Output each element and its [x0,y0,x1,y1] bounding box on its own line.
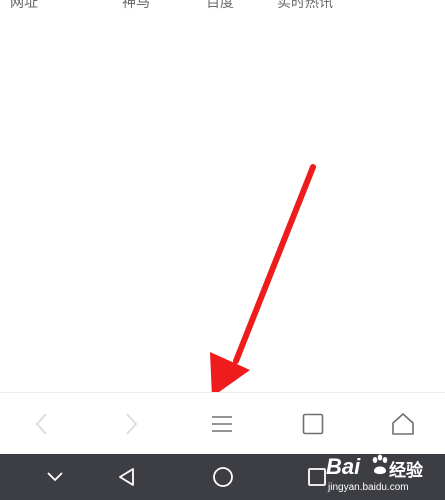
home-icon [392,413,414,435]
system-home-button[interactable] [198,454,248,500]
forward-button[interactable] [101,393,161,455]
shortcut-row: 网址 神马 百度 实时热讯 [0,0,445,14]
tabs-button[interactable] [283,393,343,455]
menu-button[interactable] [192,393,252,455]
chevron-left-icon [35,413,47,435]
chevron-right-icon [126,413,138,435]
system-back-button[interactable] [102,454,152,500]
home-button[interactable] [373,393,433,455]
circle-home-icon [213,467,233,487]
shortcut-shenma[interactable]: 神马 [122,0,150,14]
shortcut-baidu[interactable]: 百度 [206,0,234,14]
collapse-nav-button[interactable] [30,454,80,500]
watermark-brand: Bai [326,454,361,479]
square-recent-icon [308,468,326,486]
watermark-url: jingyan.baidu.com [328,482,409,493]
back-button[interactable] [12,393,72,455]
chevron-down-icon [47,472,63,482]
tabs-icon [302,413,324,435]
baidu-jingyan-watermark: Bai 经验 jingyan.baidu.com [326,450,441,500]
browser-page: 网址 神马 百度 实时热讯 Bai 经验 jingyan.baidu.com [0,0,445,500]
paw-icon [372,454,388,474]
shortcut-wangzhi[interactable]: 网址 [10,0,38,14]
menu-icon [212,416,232,432]
watermark-jingyan: 经验 [389,461,423,480]
shortcut-realtime-news[interactable]: 实时热讯 [277,0,333,14]
triangle-back-icon [119,468,134,486]
browser-toolbar [0,392,445,455]
